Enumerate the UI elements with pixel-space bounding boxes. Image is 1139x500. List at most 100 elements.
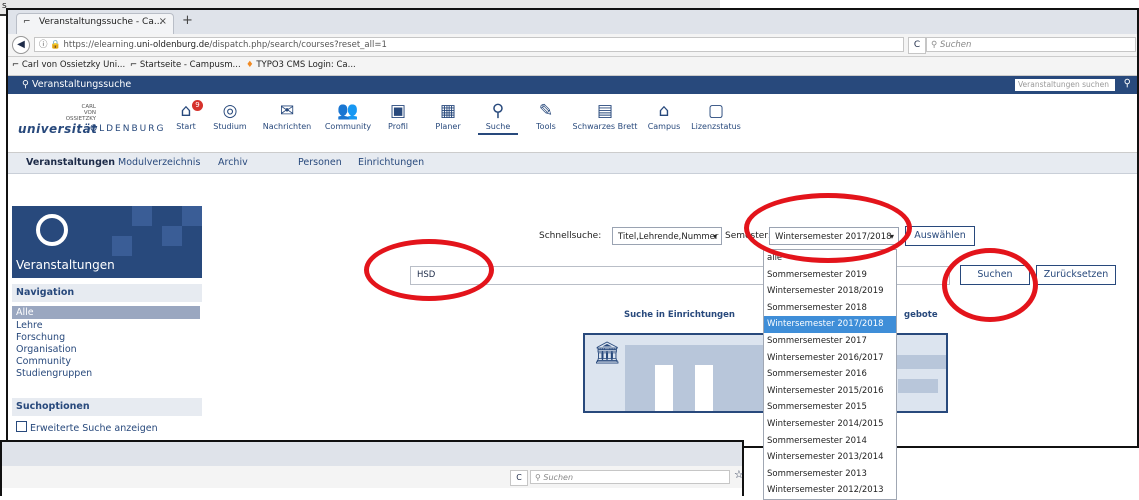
background-tab-bar: [2, 442, 742, 466]
browser-tab[interactable]: ⌐ Veranstaltungssuche - Ca... ×: [16, 13, 174, 34]
nav-label: Start: [176, 122, 196, 131]
nav-suche[interactable]: ⚲ Suche: [478, 100, 518, 135]
nav-label: Suche: [485, 122, 511, 131]
nav-tools[interactable]: ✎ Tools: [526, 100, 566, 131]
logo-city: OLDENBURG: [90, 124, 166, 134]
campus-icon: ⌂: [658, 101, 670, 121]
sidebar-item-community[interactable]: Community: [16, 356, 71, 367]
bookmark-label: Startseite - Campusm...: [139, 60, 241, 70]
extended-search-label: Erweiterte Suche anzeigen: [30, 423, 158, 434]
tab-bar: ⌐ Veranstaltungssuche - Ca... × +: [8, 10, 1137, 34]
search-icon: ⚲: [22, 79, 32, 90]
typo3-icon: ♦: [246, 60, 254, 70]
checkbox-box[interactable]: [16, 421, 27, 432]
nav-label: Planer: [435, 122, 461, 131]
dropdown-option[interactable]: Wintersemester 2014/2015: [764, 416, 896, 433]
profile-icon: ▣: [389, 101, 407, 121]
navigation-header: Navigation: [12, 284, 202, 302]
background-window-bottom: C ⚲ Suchen ☆: [0, 440, 744, 496]
bookmark-star-icon[interactable]: ☆: [734, 468, 744, 481]
extended-search-checkbox[interactable]: Erweiterte Suche anzeigen: [16, 421, 158, 434]
nav-nachrichten[interactable]: ✉ Nachrichten: [258, 100, 316, 131]
sidebar-box-title: Veranstaltungen: [16, 258, 115, 272]
nav-label: Nachrichten: [262, 122, 312, 131]
back-arrow-icon[interactable]: ◀: [12, 36, 30, 54]
sidebar-item-lehre[interactable]: Lehre: [16, 320, 43, 331]
dropdown-option[interactable]: Sommersemester 2016: [764, 366, 896, 383]
institutions-search-tile[interactable]: 🏛: [583, 333, 773, 413]
license-icon: ▢: [707, 101, 725, 121]
institution-building-icon: 🏛: [593, 341, 621, 366]
url-path: /dispatch.php/search/courses?reset_all=1: [209, 40, 387, 50]
nav-studium[interactable]: ◎ Studium: [210, 100, 250, 131]
url-domain: uni-oldenburg.de: [136, 40, 210, 50]
dropdown-option[interactable]: Sommersemester 2014: [764, 433, 896, 450]
tab-personen[interactable]: Personen: [298, 157, 342, 168]
chevron-down-icon: ▾: [712, 232, 717, 241]
dropdown-option[interactable]: Wintersemester 2016/2017: [764, 350, 896, 367]
dropdown-option[interactable]: Wintersemester 2012/2013: [764, 482, 896, 499]
sidebar-item-studiengruppen[interactable]: Studiengruppen: [16, 368, 92, 379]
course-search-button-icon[interactable]: ⚲: [1124, 78, 1131, 89]
sidebar-item-organisation[interactable]: Organisation: [16, 344, 77, 355]
bookmark-label: Carl von Ossietzky Uni...: [21, 60, 126, 70]
tab-favicon-icon: ⌐: [23, 17, 31, 27]
course-search-input[interactable]: Veranstaltungen suchen: [1015, 79, 1115, 91]
quick-search-label: Schnellsuche:: [539, 231, 602, 241]
dropdown-option[interactable]: Sommersemester 2015: [764, 399, 896, 416]
tab-archiv[interactable]: Archiv: [218, 157, 248, 168]
sidebar-item-forschung[interactable]: Forschung: [16, 332, 65, 343]
nav-start[interactable]: ⌂ 9 Start: [166, 100, 206, 131]
nav-profil[interactable]: ▣ Profil: [378, 100, 418, 131]
dropdown-option[interactable]: Sommersemester 2018: [764, 300, 896, 317]
dropdown-option[interactable]: Sommersemester 2013: [764, 466, 896, 483]
sidebar: Veranstaltungen Navigation Alle Lehre Fo…: [12, 206, 202, 446]
tab-veranstaltungen[interactable]: Veranstaltungen: [26, 157, 115, 168]
page-title: ⚲ Veranstaltungssuche: [22, 79, 131, 90]
nav-lizenzstatus[interactable]: ▢ Lizenzstatus: [688, 100, 744, 131]
dropdown-option[interactable]: Sommersemester 2017: [764, 333, 896, 350]
url-field[interactable]: ⓘ 🔒 https://elearning.uni-oldenburg.de/d…: [34, 37, 904, 52]
reset-button[interactable]: Zurücksetzen: [1036, 265, 1116, 285]
dropdown-option[interactable]: Wintersemester 2018/2019: [764, 283, 896, 300]
tab-modulverzeichnis[interactable]: Modulverzeichnis: [118, 157, 200, 168]
university-logo[interactable]: CARL VON OSSIETZKY universität OLDENBURG: [18, 104, 163, 140]
nav-label: Campus: [647, 122, 681, 131]
annotation-circle-search: [942, 248, 1038, 322]
tab-einrichtungen[interactable]: Einrichtungen: [358, 157, 424, 168]
quick-search-select[interactable]: Titel,Lehrende,Nummer ▾: [612, 227, 722, 245]
bookmarks-bar: ⌐ Carl von Ossietzky Uni... ⌐ Startseite…: [8, 57, 1137, 76]
background-search-placeholder: Suchen: [543, 473, 574, 482]
info-icon: ⓘ 🔒: [39, 40, 64, 50]
nav-label: Community: [324, 122, 372, 131]
nav-label: Schwarzes Brett: [572, 122, 638, 131]
nav-community[interactable]: 👥 Community: [320, 100, 376, 131]
bookmark-startseite[interactable]: ⌐ Startseite - Campusm...: [130, 60, 241, 70]
nav-label: Lizenzstatus: [691, 122, 741, 131]
dropdown-option[interactable]: Sommersemester 2019: [764, 267, 896, 284]
wrench-icon: ✎: [538, 101, 554, 121]
new-tab-button[interactable]: +: [182, 13, 193, 28]
reload-icon[interactable]: C: [908, 37, 926, 54]
background-search-field[interactable]: ⚲ Suchen: [530, 470, 730, 484]
nav-schwarzes-brett[interactable]: ▤ Schwarzes Brett: [572, 100, 638, 131]
dropdown-option[interactable]: Wintersemester 2013/2014: [764, 449, 896, 466]
dropdown-option[interactable]: Wintersemester 2017/2018: [764, 316, 896, 333]
tab-close-icon[interactable]: ×: [159, 16, 167, 27]
bookmark-label: TYPO3 CMS Login: Ca...: [256, 60, 356, 70]
nav-planer[interactable]: ▦ Planer: [428, 100, 468, 131]
mail-icon: ✉: [279, 101, 295, 121]
annotation-circle-query: [364, 239, 494, 301]
dropdown-option[interactable]: Wintersemester 2015/2016: [764, 383, 896, 400]
browser-search-field[interactable]: ⚲ Suchen: [926, 37, 1136, 52]
studium-icon: ◎: [222, 101, 238, 121]
logo-small-text: CARL VON OSSIETZKY: [56, 104, 96, 122]
search-icon: ⚲: [491, 101, 505, 121]
sidebar-item-alle[interactable]: Alle: [12, 306, 200, 319]
bookmark-carl-von-ossietzky[interactable]: ⌐ Carl von Ossietzky Uni...: [12, 60, 125, 70]
nav-label: Profil: [388, 122, 408, 131]
reload-icon[interactable]: C: [510, 470, 528, 486]
bookmark-typo3[interactable]: ♦ TYPO3 CMS Login: Ca...: [246, 60, 356, 70]
select-semester-button[interactable]: Auswählen: [905, 226, 975, 246]
nav-campus[interactable]: ⌂ Campus: [644, 100, 684, 131]
